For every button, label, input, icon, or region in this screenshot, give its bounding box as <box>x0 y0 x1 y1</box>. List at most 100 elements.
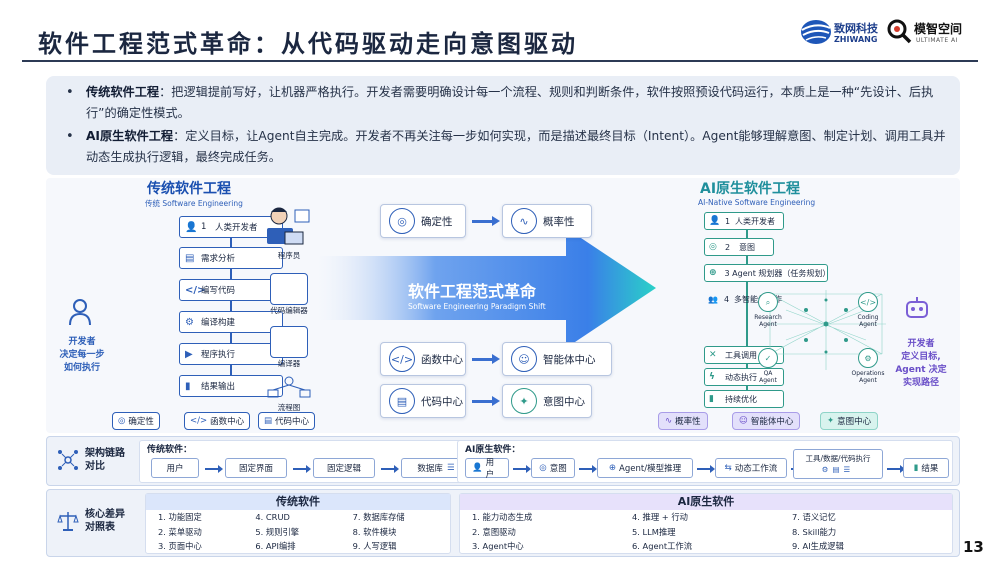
compare-cell: 5. LLM推理 <box>632 526 676 537</box>
coding-agent: </> Coding Agent <box>850 292 886 328</box>
code-icon: </> <box>185 284 206 296</box>
compare-cell: 4. 推理 + 行动 <box>632 512 688 522</box>
compare-cell: 1. 能力动态生成 <box>472 512 533 522</box>
slide: 软件工程范式革命：从代码驱动走向意图驱动 致网科技 ZHIWANG 模智空间 U… <box>0 0 1000 562</box>
play-icon: ▶ <box>185 348 193 360</box>
programmer-icon <box>267 207 310 245</box>
node-label: 用户 <box>485 458 495 480</box>
pair-label: 智能体中心 <box>543 353 596 366</box>
compare-cell: 9. AI生成逻辑 <box>792 541 844 551</box>
left-tag: ▤ 代码中心 <box>258 412 316 430</box>
arrow-icon <box>513 465 531 473</box>
agent-label: QA Agent <box>759 370 777 384</box>
pair-to: ✦ 意图中心 <box>502 384 592 418</box>
banner-title: 软件工程范式革命 <box>408 282 537 301</box>
code-editor-icon <box>270 273 308 305</box>
compare-cell: 9. 人写逻辑 <box>352 541 397 551</box>
compare-ai-grid: 1. 能力动态生成 4. 推理 + 行动 7. 语义记忆 2. 意图驱动 5. LLM… <box>460 510 952 554</box>
summary-term: AI原生软件工程 <box>86 129 174 143</box>
zhiwang-logo: 致网科技 ZHIWANG <box>800 16 880 48</box>
right-subtitle: AI-Native Software Engineering <box>698 198 816 207</box>
pair-label: 代码中心 <box>421 395 463 408</box>
step-num: 2 <box>725 242 731 252</box>
compare-trad-title: 传统软件 <box>146 494 450 510</box>
agent-label: Coding Agent <box>857 314 879 328</box>
pair-to: ☺ 智能体中心 <box>502 342 612 376</box>
wave-icon: ∿ <box>665 416 673 426</box>
right-step: 👤 1 人类开发者 <box>704 212 784 230</box>
left-tag: </> 函数中心 <box>184 412 251 430</box>
compiler-icon <box>270 326 308 358</box>
pair-arrow-icon <box>472 216 500 226</box>
arch-ai-node: ◎ 意图 <box>531 458 575 478</box>
node-label: 结果 <box>921 464 939 474</box>
tag-label: 概率性 <box>675 417 701 427</box>
compare-cell: 5. 规则引擎 <box>255 526 300 537</box>
shield-icon: ✓ <box>758 348 778 368</box>
arch-trad-node: 用户 <box>151 458 199 478</box>
compare-cell: 1. 功能固定 <box>158 512 202 522</box>
compare-cell: 3. Agent中心 <box>472 541 524 551</box>
pair-to: ∿ 概率性 <box>502 204 592 238</box>
code-icon: </> <box>389 346 415 372</box>
mozhi-en: ULTIMATE AI <box>916 37 958 44</box>
pair-from: ◎ 确定性 <box>380 204 466 238</box>
paradigm-diagram: 软件工程范式革命 Software Engineering Paradigm S… <box>46 178 960 433</box>
tool-label: 代码编辑器 <box>270 306 308 315</box>
step-label: 人类开发者 <box>215 223 258 233</box>
user-icon: 👤 <box>472 463 483 473</box>
right-tag: ✦ 意图中心 <box>820 412 879 430</box>
team-icon: 👥 <box>708 294 718 304</box>
arch-ai-node: 工具/数据/代码执行 ⚙▤☰ <box>793 449 883 479</box>
robot-icon <box>906 297 928 318</box>
tag-label: 函数中心 <box>210 417 245 427</box>
page-title: 软件工程范式革命：从代码驱动走向意图驱动 <box>38 30 578 58</box>
compare-cell: 7. 数据库存储 <box>352 512 405 522</box>
gear-icon: ⚙ <box>185 316 194 328</box>
pair-from: </> 函数中心 <box>380 342 466 376</box>
search-icon: ⌕ <box>758 292 778 312</box>
arch-trad-node: 固定逻辑 <box>313 458 375 478</box>
pair-arrow-icon <box>472 354 500 364</box>
lightbulb-icon: ✦ <box>827 416 835 426</box>
agent-icon: ☺ <box>739 416 748 426</box>
step-label: 意图 <box>739 242 755 252</box>
node-label: Agent/模型推理 <box>619 464 682 474</box>
mozhi-cn: 模智空间 <box>914 22 963 36</box>
agent-label: Research Agent <box>754 314 782 328</box>
compare-ai-title: AI原生软件 <box>460 494 952 510</box>
compare-cell: 6. API编排 <box>255 541 296 551</box>
right-step: ◎ 2 意图 <box>704 238 774 256</box>
developer-icon <box>69 299 91 326</box>
left-tool: 程序员 <box>261 206 317 261</box>
arrow-icon <box>205 465 223 473</box>
node-label: 工具/数据/代码执行 <box>805 454 871 463</box>
title-divider <box>22 60 978 62</box>
doc-icon: ▤ <box>389 388 415 414</box>
agent-label: Operations Agent <box>851 370 885 384</box>
chart-icon: ▮ <box>709 394 714 404</box>
left-title: 传统软件工程 <box>147 181 231 197</box>
mozhi-logo: 模智空间 ULTIMATE AI <box>886 16 982 48</box>
user-icon: 👤 <box>185 221 198 233</box>
arch-ai-node: ⊕ Agent/模型推理 <box>597 458 693 478</box>
pair-label: 确定性 <box>421 215 453 228</box>
zhiwang-logo-icon <box>801 20 831 44</box>
summary-item: 传统软件工程：把逻辑提前写好，让机器严格执行。开发者需要明确设计每一个流程、规则… <box>60 82 946 124</box>
tag-label: 智能体中心 <box>750 417 794 427</box>
tool-label: 编译器 <box>277 359 301 368</box>
compare-cell: 8. Skill能力 <box>792 526 837 537</box>
compare-cell: 2. 菜单驱动 <box>158 526 202 537</box>
step-label: 编写代码 <box>201 286 236 296</box>
arch-trad-node: 固定界面 <box>225 458 287 478</box>
pair-label: 函数中心 <box>421 353 463 366</box>
step-label: 程序执行 <box>201 350 236 360</box>
bolt-icon: ϟ <box>709 372 715 382</box>
pair-label: 概率性 <box>543 215 575 228</box>
step-label: 人类开发者 <box>735 216 775 226</box>
tag-label: 确定性 <box>128 417 154 427</box>
tag-label: 意图中心 <box>837 417 872 427</box>
compare-cell: 3. 页面中心 <box>158 541 202 551</box>
left-tool: 编译器 <box>264 326 314 369</box>
pair-from: ▤ 代码中心 <box>380 384 466 418</box>
